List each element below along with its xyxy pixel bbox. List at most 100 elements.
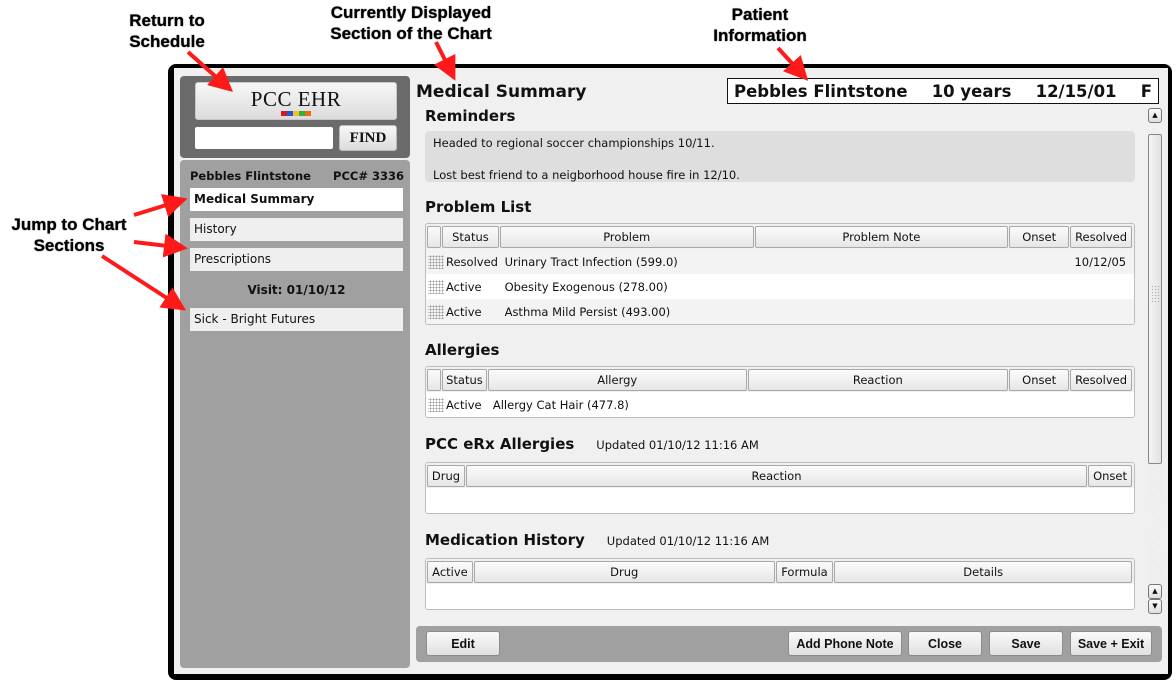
add-phone-note-button[interactable]: Add Phone Note [788, 631, 902, 656]
cell-problem: Urinary Tract Infection (599.0) [504, 254, 678, 269]
patient-sex: F [1140, 81, 1152, 101]
annotation-jump-to-sections: Jump to Chart Sections [2, 214, 136, 256]
column-header-status[interactable]: Status [441, 369, 487, 391]
column-header-problem[interactable]: Problem [499, 226, 754, 248]
arrow-to-visit [100, 254, 187, 311]
column-handle [427, 226, 441, 248]
ehr-window: PCC EHR FIND Pebbles Flintstone PCC# 333… [168, 64, 1172, 680]
column-header-allergy[interactable]: Allergy [487, 369, 747, 391]
table-row[interactable]: Active Asthma Mild Persist (493.00) [426, 299, 1134, 324]
sidebar-item-label: Prescriptions [194, 252, 272, 266]
table-row[interactable]: Active Allergy Cat Hair (477.8) [426, 392, 1134, 417]
logo-squares-icon [196, 111, 396, 116]
column-header-drug[interactable]: Drug [427, 465, 465, 487]
grip-icon [1151, 285, 1160, 303]
column-header-resolved[interactable]: Resolved [1070, 226, 1133, 248]
patient-name: Pebbles Flintstone [734, 81, 908, 101]
medication-history-title-text: Medication History [425, 531, 585, 549]
table-body [426, 488, 1134, 513]
column-header-reaction[interactable]: Reaction [747, 369, 1009, 391]
problem-list-title: Problem List [425, 198, 532, 216]
column-header-formula[interactable]: Formula [775, 561, 834, 583]
column-header-active[interactable]: Active [427, 561, 473, 583]
drag-handle-icon[interactable] [428, 304, 444, 319]
medication-history-title: Medication History Updated 01/10/12 11:16… [425, 531, 769, 549]
logo-square-4 [305, 111, 311, 116]
column-header-reaction[interactable]: Reaction [465, 465, 1088, 487]
annotation-patient-information: Patient Information [700, 4, 820, 46]
patient-info-banner: Pebbles Flintstone 10 years 12/15/01 F [727, 78, 1159, 104]
table-body: Active Allergy Cat Hair (477.8) [426, 392, 1134, 417]
column-header-details[interactable]: Details [834, 561, 1132, 583]
return-to-schedule-button[interactable]: PCC EHR [195, 82, 397, 120]
find-button[interactable]: FIND [339, 125, 397, 151]
scrollbar-thumb[interactable] [1148, 134, 1162, 464]
window-content: PCC EHR FIND Pebbles Flintstone PCC# 333… [174, 68, 1168, 674]
column-header-resolved[interactable]: Resolved [1070, 369, 1132, 391]
table-header: Status Allergy Reaction Onset Resolved [426, 367, 1134, 392]
drag-handle-icon[interactable] [428, 279, 444, 294]
sidebar-item-label: Medical Summary [194, 192, 315, 206]
medication-history-table: Active Drug Formula Details [425, 558, 1135, 610]
erx-allergies-title-text: PCC eRx Allergies [425, 435, 575, 453]
drag-handle-icon[interactable] [428, 397, 444, 412]
column-handle [427, 369, 441, 391]
reminder-line: Lost best friend to a neigborhood house … [433, 168, 740, 182]
column-header-status[interactable]: Status [441, 226, 499, 248]
table-header: Active Drug Formula Details [426, 559, 1134, 584]
reminders-box[interactable]: Headed to regional soccer championships … [425, 131, 1135, 182]
sidebar-item-medical-summary[interactable]: Medical Summary [190, 188, 403, 211]
chart-navigation: Pebbles Flintstone PCC# 3336 Medical Sum… [180, 160, 410, 668]
cell-problem: Asthma Mild Persist (493.00) [504, 304, 671, 319]
patient-age: 10 years [931, 81, 1012, 101]
cell-resolved: 10/12/05 [1074, 254, 1127, 269]
reminder-line: Headed to regional soccer championships … [433, 136, 715, 150]
column-header-onset[interactable]: Onset [1009, 226, 1070, 248]
nav-pcc-number: PCC# 3336 [333, 169, 404, 183]
nav-patient-name: Pebbles Flintstone [190, 169, 311, 183]
erx-allergies-table: Drug Reaction Onset [425, 462, 1135, 514]
patient-search-input[interactable] [195, 127, 333, 149]
cell-status: Active [446, 304, 482, 319]
scroll-up-icon[interactable]: ▲ [1148, 108, 1162, 123]
erx-allergies-updated: Updated 01/10/12 11:16 AM [596, 438, 759, 452]
column-header-drug[interactable]: Drug [473, 561, 775, 583]
allergies-title: Allergies [425, 341, 500, 359]
column-header-onset[interactable]: Onset [1088, 465, 1132, 487]
annotation-current-section: Currently Displayed Section of the Chart [316, 2, 506, 44]
close-button[interactable]: Close [908, 631, 982, 656]
annotation-text: Return to Schedule [129, 11, 205, 51]
table-header: Drug Reaction Onset [426, 463, 1134, 488]
column-header-onset[interactable]: Onset [1009, 369, 1070, 391]
problem-list-table: Status Problem Problem Note Onset Resolv… [425, 223, 1135, 325]
sidebar-item-history[interactable]: History [190, 218, 403, 241]
edit-button[interactable]: Edit [426, 631, 500, 656]
sidebar-item-visit-sick-bright-futures[interactable]: Sick - Bright Futures [190, 308, 403, 331]
save-button[interactable]: Save [989, 631, 1063, 656]
column-header-problem-note[interactable]: Problem Note [754, 226, 1009, 248]
bottom-toolbar: Edit Add Phone Note Close Save Save + Ex… [416, 626, 1162, 662]
annotation-text: Currently Displayed Section of the Chart [330, 3, 492, 43]
drag-handle-icon[interactable] [428, 254, 444, 269]
table-header: Status Problem Problem Note Onset Resolv… [426, 224, 1134, 249]
table-row[interactable]: Resolved Urinary Tract Infection (599.0)… [426, 249, 1134, 274]
table-row[interactable]: Active Obesity Exogenous (278.00) [426, 274, 1134, 299]
nav-patient-header: Pebbles Flintstone PCC# 3336 [190, 169, 404, 183]
medication-history-updated: Updated 01/10/12 11:16 AM [606, 534, 770, 548]
reminders-title: Reminders [425, 107, 516, 125]
cell-allergy: Allergy Cat Hair (477.8) [492, 397, 629, 412]
annotation-text: Jump to Chart Sections [11, 215, 127, 255]
cell-status: Resolved [446, 254, 498, 269]
logo-panel: PCC EHR FIND [180, 76, 410, 158]
annotation-text: Patient Information [713, 5, 807, 45]
sidebar-item-prescriptions[interactable]: Prescriptions [190, 248, 403, 271]
patient-dob: 12/15/01 [1035, 81, 1117, 101]
logo-text: PCC EHR [250, 87, 342, 111]
save-exit-button[interactable]: Save + Exit [1070, 631, 1152, 656]
sidebar-item-label: History [194, 222, 237, 236]
allergies-table: Status Allergy Reaction Onset Resolved A… [425, 366, 1135, 418]
scroll-down-icon[interactable]: ▼ [1148, 599, 1162, 614]
page-title: Medical Summary [416, 82, 587, 102]
scroll-up-bottom-icon[interactable]: ▲ [1148, 584, 1162, 599]
visit-label: Visit: 01/10/12 [247, 283, 346, 297]
